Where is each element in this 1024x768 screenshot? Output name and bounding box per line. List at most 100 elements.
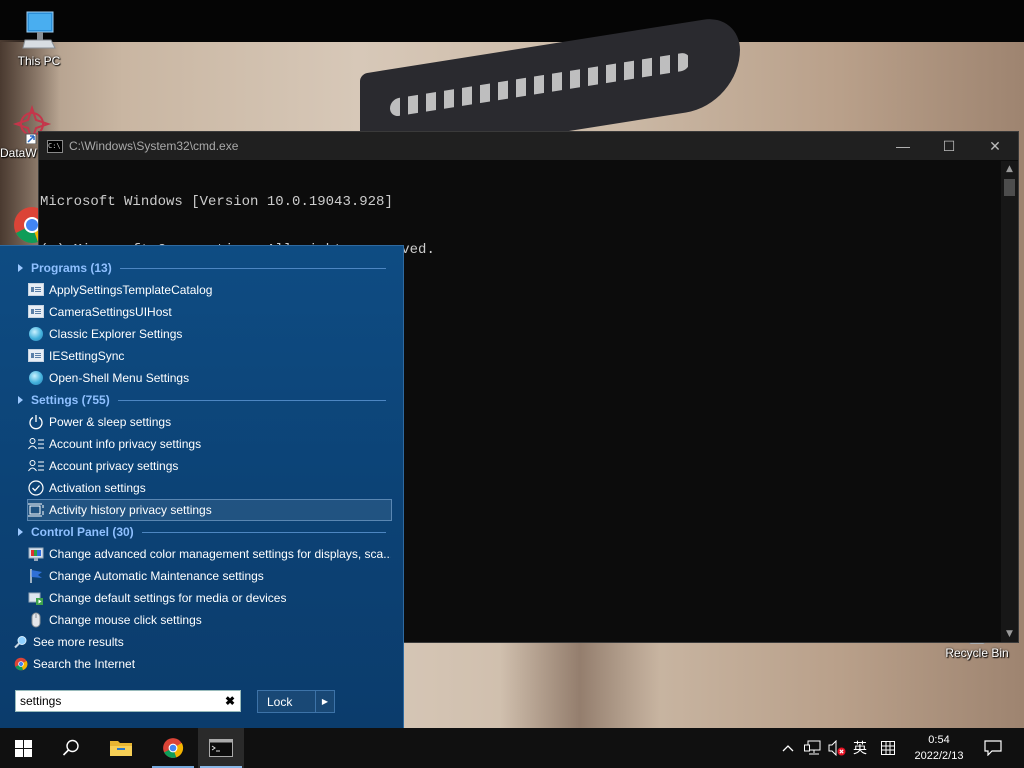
result-label: Change advanced color management setting… [49, 546, 391, 561]
activity-history-icon [28, 502, 44, 518]
color-monitor-icon [28, 546, 44, 562]
result-item[interactable]: Account info privacy settings [28, 433, 391, 454]
autoplay-icon [28, 590, 44, 606]
result-label: IESettingSync [49, 348, 125, 363]
result-item-selected[interactable]: Activity history privacy settings [27, 499, 392, 521]
result-label: Activation settings [49, 480, 146, 495]
result-label: Open-Shell Menu Settings [49, 370, 190, 385]
clear-search-icon[interactable]: ✖ [220, 694, 240, 708]
show-hidden-icons-button[interactable] [778, 728, 798, 768]
result-item[interactable]: IESettingSync [28, 345, 391, 366]
result-label: Classic Explorer Settings [49, 326, 183, 341]
result-label: CameraSettingsUIHost [49, 304, 172, 319]
scroll-down-icon[interactable]: ▼ [1001, 626, 1018, 642]
account-list-icon [28, 458, 44, 474]
chrome-icon [14, 657, 28, 671]
ime-mode-button[interactable] [876, 728, 900, 768]
search-the-internet[interactable]: Search the Internet [14, 654, 135, 674]
group-title: Control Panel (30) [31, 525, 134, 539]
search-icon [62, 739, 79, 756]
console-line: Microsoft Windows [Version 10.0.19043.92… [40, 194, 393, 210]
this-pc-icon [22, 11, 56, 49]
minimize-button[interactable]: — [880, 132, 926, 160]
notification-icon [984, 740, 1002, 756]
power-options-arrow-icon[interactable]: ▶ [315, 691, 334, 712]
scroll-up-icon[interactable]: ▲ [1001, 161, 1018, 177]
result-label: Activity history privacy settings [49, 503, 212, 517]
ime-grid-icon [881, 741, 895, 755]
open-shell-icon [28, 326, 44, 342]
magnifier-icon [14, 635, 28, 649]
desktop-icon-label: Recycle Bin [945, 646, 1009, 660]
file-explorer-button[interactable] [98, 728, 144, 768]
result-item[interactable]: Open-Shell Menu Settings [28, 367, 391, 388]
chrome-icon [163, 738, 184, 758]
network-button[interactable] [802, 728, 824, 768]
expand-caret-icon [18, 264, 23, 272]
search-button[interactable] [48, 728, 94, 768]
clock-time: 0:54 [928, 734, 950, 746]
start-button[interactable] [0, 728, 46, 768]
power-icon [28, 414, 44, 430]
search-input-value: settings [20, 694, 62, 708]
cmd-title: C:\Windows\System32\cmd.exe [69, 139, 239, 153]
desktop-icon-label: DataW [0, 146, 37, 160]
result-label: Power & sleep settings [49, 414, 172, 429]
result-item[interactable]: Change Automatic Maintenance settings [28, 565, 391, 586]
result-label: ApplySettingsTemplateCatalog [49, 282, 213, 297]
start-search-input[interactable]: settings ✖ [15, 690, 241, 712]
chrome-taskbar-button[interactable] [150, 728, 196, 768]
action-center-button[interactable] [978, 728, 1008, 768]
result-item[interactable]: CameraSettingsUIHost [28, 301, 391, 322]
close-button[interactable]: ✕ [972, 132, 1018, 160]
taskbar-clock[interactable]: 0:54 2022/2/13 [906, 732, 972, 764]
result-item[interactable]: ApplySettingsTemplateCatalog [28, 279, 391, 300]
result-item[interactable]: Change default settings for media or dev… [28, 587, 391, 608]
start-menu: Programs (13) ApplySettingsTemplateCatal… [0, 245, 404, 729]
lock-button[interactable]: Lock ▶ [257, 690, 335, 713]
group-title: Programs (13) [31, 261, 112, 275]
expand-caret-icon [18, 528, 23, 536]
input-language-indicator[interactable]: 英 [850, 728, 870, 768]
scroll-thumb[interactable] [1004, 179, 1015, 196]
result-item[interactable]: Account privacy settings [28, 455, 391, 476]
group-title: Settings (755) [31, 393, 110, 407]
see-more-results[interactable]: See more results [14, 632, 124, 652]
group-header-programs[interactable]: Programs (13) [14, 258, 386, 278]
result-label: Account info privacy settings [49, 436, 202, 451]
result-label: Change mouse click settings [49, 612, 202, 627]
see-more-label: See more results [33, 635, 124, 649]
result-item[interactable]: Change advanced color management setting… [28, 543, 391, 564]
result-item[interactable]: Change mouse click settings [28, 609, 391, 630]
folder-icon [110, 741, 132, 756]
group-header-settings[interactable]: Settings (755) [14, 390, 386, 410]
result-label: Account privacy settings [49, 458, 179, 473]
cmd-titlebar[interactable]: C:\ C:\Windows\System32\cmd.exe — ☐ ✕ [39, 132, 1018, 160]
volume-muted-icon [828, 740, 846, 756]
result-item[interactable]: Classic Explorer Settings [28, 323, 391, 344]
expand-caret-icon [18, 396, 23, 404]
result-item[interactable]: Power & sleep settings [28, 411, 391, 432]
mouse-icon [28, 612, 44, 628]
wallpaper-dark-band [0, 0, 1024, 42]
result-item[interactable]: Activation settings [28, 477, 391, 498]
vertical-scrollbar[interactable]: ▲ ▼ [1001, 161, 1018, 642]
flag-icon [28, 568, 44, 584]
search-internet-label: Search the Internet [33, 657, 136, 671]
desktop-icon-label: This PC [17, 54, 61, 68]
open-shell-icon [28, 370, 44, 386]
check-circle-icon [28, 479, 44, 496]
network-icon [804, 740, 821, 755]
command-prompt-icon [209, 739, 233, 757]
volume-button[interactable] [826, 728, 848, 768]
desktop-icon-this-pc[interactable]: This PC [2, 10, 76, 68]
chevron-up-icon [782, 745, 794, 752]
taskbar: 英 0:54 2022/2/13 [0, 728, 1024, 768]
maximize-button[interactable]: ☐ [926, 132, 972, 160]
wallpaper-shade [500, 640, 660, 728]
cmd-taskbar-button[interactable] [198, 728, 244, 768]
lock-label: Lock [267, 694, 293, 709]
group-header-control-panel[interactable]: Control Panel (30) [14, 522, 386, 542]
windows-logo-icon [14, 739, 32, 757]
result-label: Change Automatic Maintenance settings [49, 568, 264, 583]
